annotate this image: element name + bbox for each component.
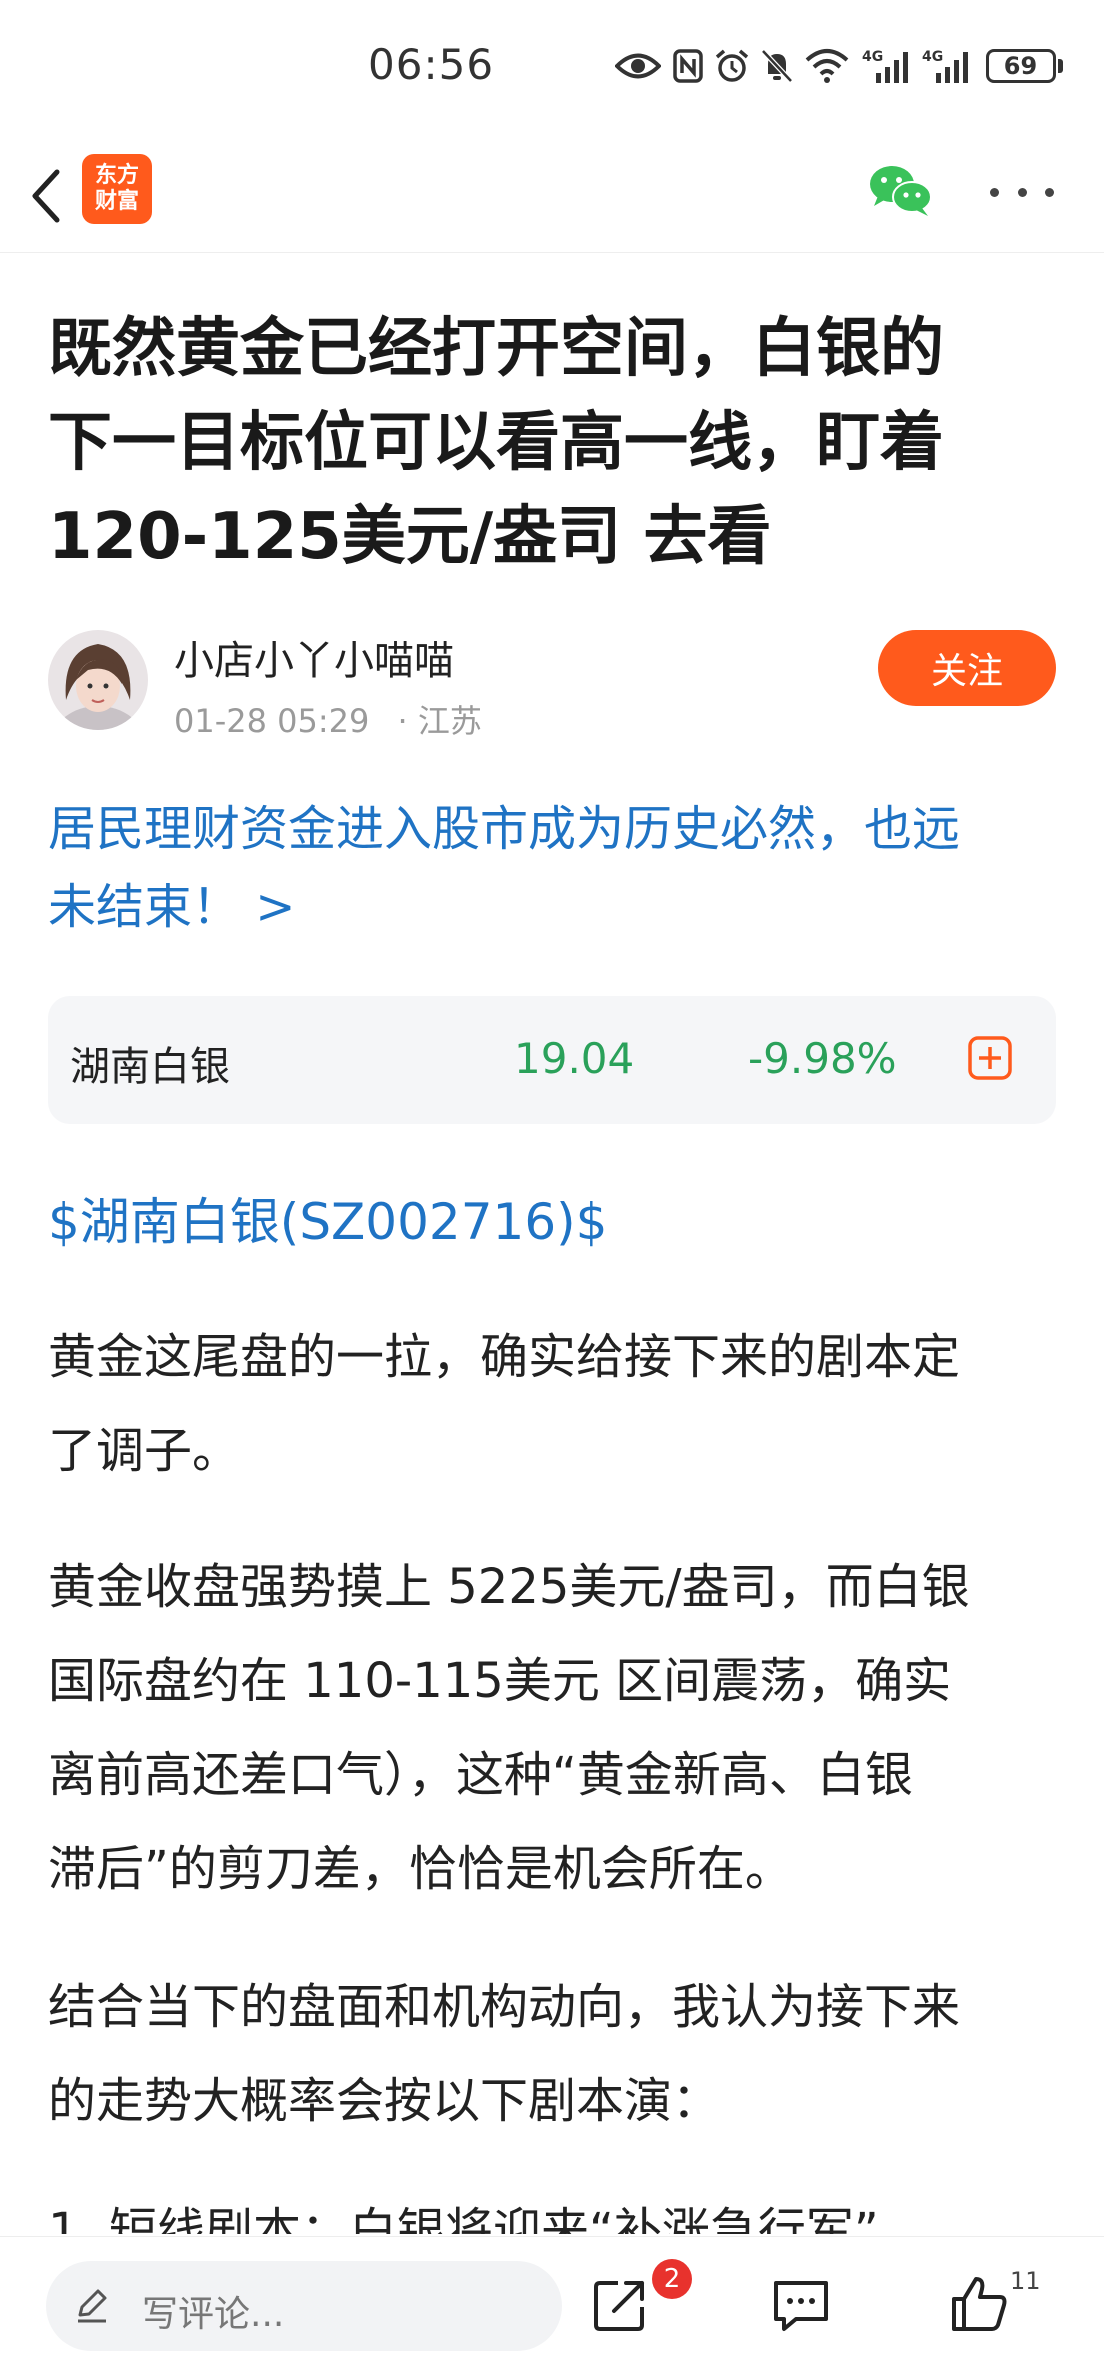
paragraph-line: 黄金收盘强势摸上 5225美元/盎司，而白银 — [48, 1559, 970, 1615]
paragraph-line: 1. 短线剧本：白银将迎来“补涨急行军” — [48, 2203, 879, 2234]
paragraph-line: 的走势大概率会按以下剧本演： — [48, 2073, 721, 2129]
follow-button[interactable]: 关注 — [878, 630, 1056, 706]
svg-text:4G: 4G — [862, 49, 883, 65]
stock-change: -9.98% — [748, 1034, 897, 1083]
back-icon[interactable] — [16, 164, 76, 228]
paragraph: 结合当下的盘面和机构动向，我认为接下来 的走势大概率会按以下剧本演： — [48, 1960, 1058, 2148]
paragraph-line: 黄金这尾盘的一拉，确实给接下来的剧本定 — [48, 1329, 961, 1385]
signal-icon: 4G — [922, 46, 974, 86]
more-icon[interactable] — [990, 172, 1054, 212]
promo-line: 未结束！ > — [48, 879, 296, 935]
title-line: 120-125美元/盎司 去看 — [48, 500, 772, 574]
status-time: 06:56 — [368, 40, 495, 89]
wechat-icon[interactable] — [866, 160, 936, 220]
stock-tag-link[interactable]: $湖南白银(SZ002716)$ — [48, 1182, 608, 1254]
title-line: 既然黄金已经打开空间，白银的 — [48, 312, 944, 386]
comment-placeholder: 写评论... — [142, 2294, 285, 2335]
paragraph-line: 滞后”的剪刀差，恰恰是机会所在。 — [48, 1841, 793, 1897]
mute-icon — [758, 46, 796, 86]
promo-line: 居民理财资金进入股市成为历史必然，也远 — [48, 801, 961, 857]
nfc-icon — [670, 46, 706, 86]
stock-price: 19.04 — [514, 1034, 635, 1083]
logo-text-bottom: 财富 — [94, 189, 139, 214]
battery-level: 69 — [1003, 52, 1038, 80]
add-watchlist-icon[interactable] — [968, 1036, 1012, 1080]
nav-bar: 东方 财富 — [0, 140, 1104, 253]
signal-icon: 4G — [862, 46, 914, 86]
eye-icon — [614, 46, 662, 86]
title-line: 下一目标位可以看高一线，盯着 — [48, 406, 944, 480]
stock-name: 湖南白银 — [70, 1044, 230, 1090]
svg-text:4G: 4G — [922, 49, 943, 65]
paragraph-cut: 1. 短线剧本：白银将迎来“补涨急行军” — [48, 2190, 1058, 2234]
status-bar: 06:56 4G 4G 69 — [0, 0, 1104, 140]
app-logo: 东方 财富 — [82, 154, 152, 224]
logo-text-top: 东方 — [94, 163, 139, 188]
wifi-icon — [802, 46, 852, 86]
stock-card[interactable]: 湖南白银 19.04 -9.98% — [48, 996, 1056, 1124]
share-icon[interactable] — [590, 2275, 650, 2335]
paragraph: 黄金收盘强势摸上 5225美元/盎司，而白银 国际盘约在 110-115美元 区… — [48, 1540, 1058, 1916]
paragraph-line: 国际盘约在 110-115美元 区间震荡，确实 — [48, 1653, 952, 1709]
promo-link[interactable]: 居民理财资金进入股市成为历史必然，也远 未结束！ > — [48, 790, 1058, 946]
share-badge: 2 — [652, 2259, 692, 2299]
paragraph: 黄金这尾盘的一拉，确实给接下来的剧本定 了调子。 — [48, 1310, 1058, 1498]
like-icon[interactable] — [948, 2273, 1010, 2335]
article-title: 既然黄金已经打开空间，白银的 下一目标位可以看高一线，盯着 120-125美元/… — [48, 302, 1058, 584]
post-date: 01-28 05:29 — [174, 702, 370, 740]
post-meta: 01-28 05:29 · 江苏 — [174, 696, 482, 742]
battery-icon: 69 — [984, 46, 1064, 86]
pencil-icon — [72, 2285, 112, 2325]
paragraph-line: 离前高还差口气），这种“黄金新高、白银 — [48, 1747, 913, 1803]
paragraph-line: 结合当下的盘面和机构动向，我认为接下来 — [48, 1979, 961, 2035]
avatar[interactable] — [48, 630, 148, 730]
alarm-icon — [712, 46, 752, 86]
author-name[interactable]: 小店小丫小喵喵 — [174, 628, 454, 686]
comment-icon[interactable] — [770, 2277, 832, 2335]
paragraph-line: 了调子。 — [48, 1423, 241, 1479]
comment-input[interactable]: 写评论... — [46, 2261, 562, 2351]
bottom-bar: 写评论... 2 11 — [0, 2236, 1104, 2377]
like-count: 11 — [1010, 2267, 1041, 2295]
post-location: · 江苏 — [397, 702, 482, 740]
